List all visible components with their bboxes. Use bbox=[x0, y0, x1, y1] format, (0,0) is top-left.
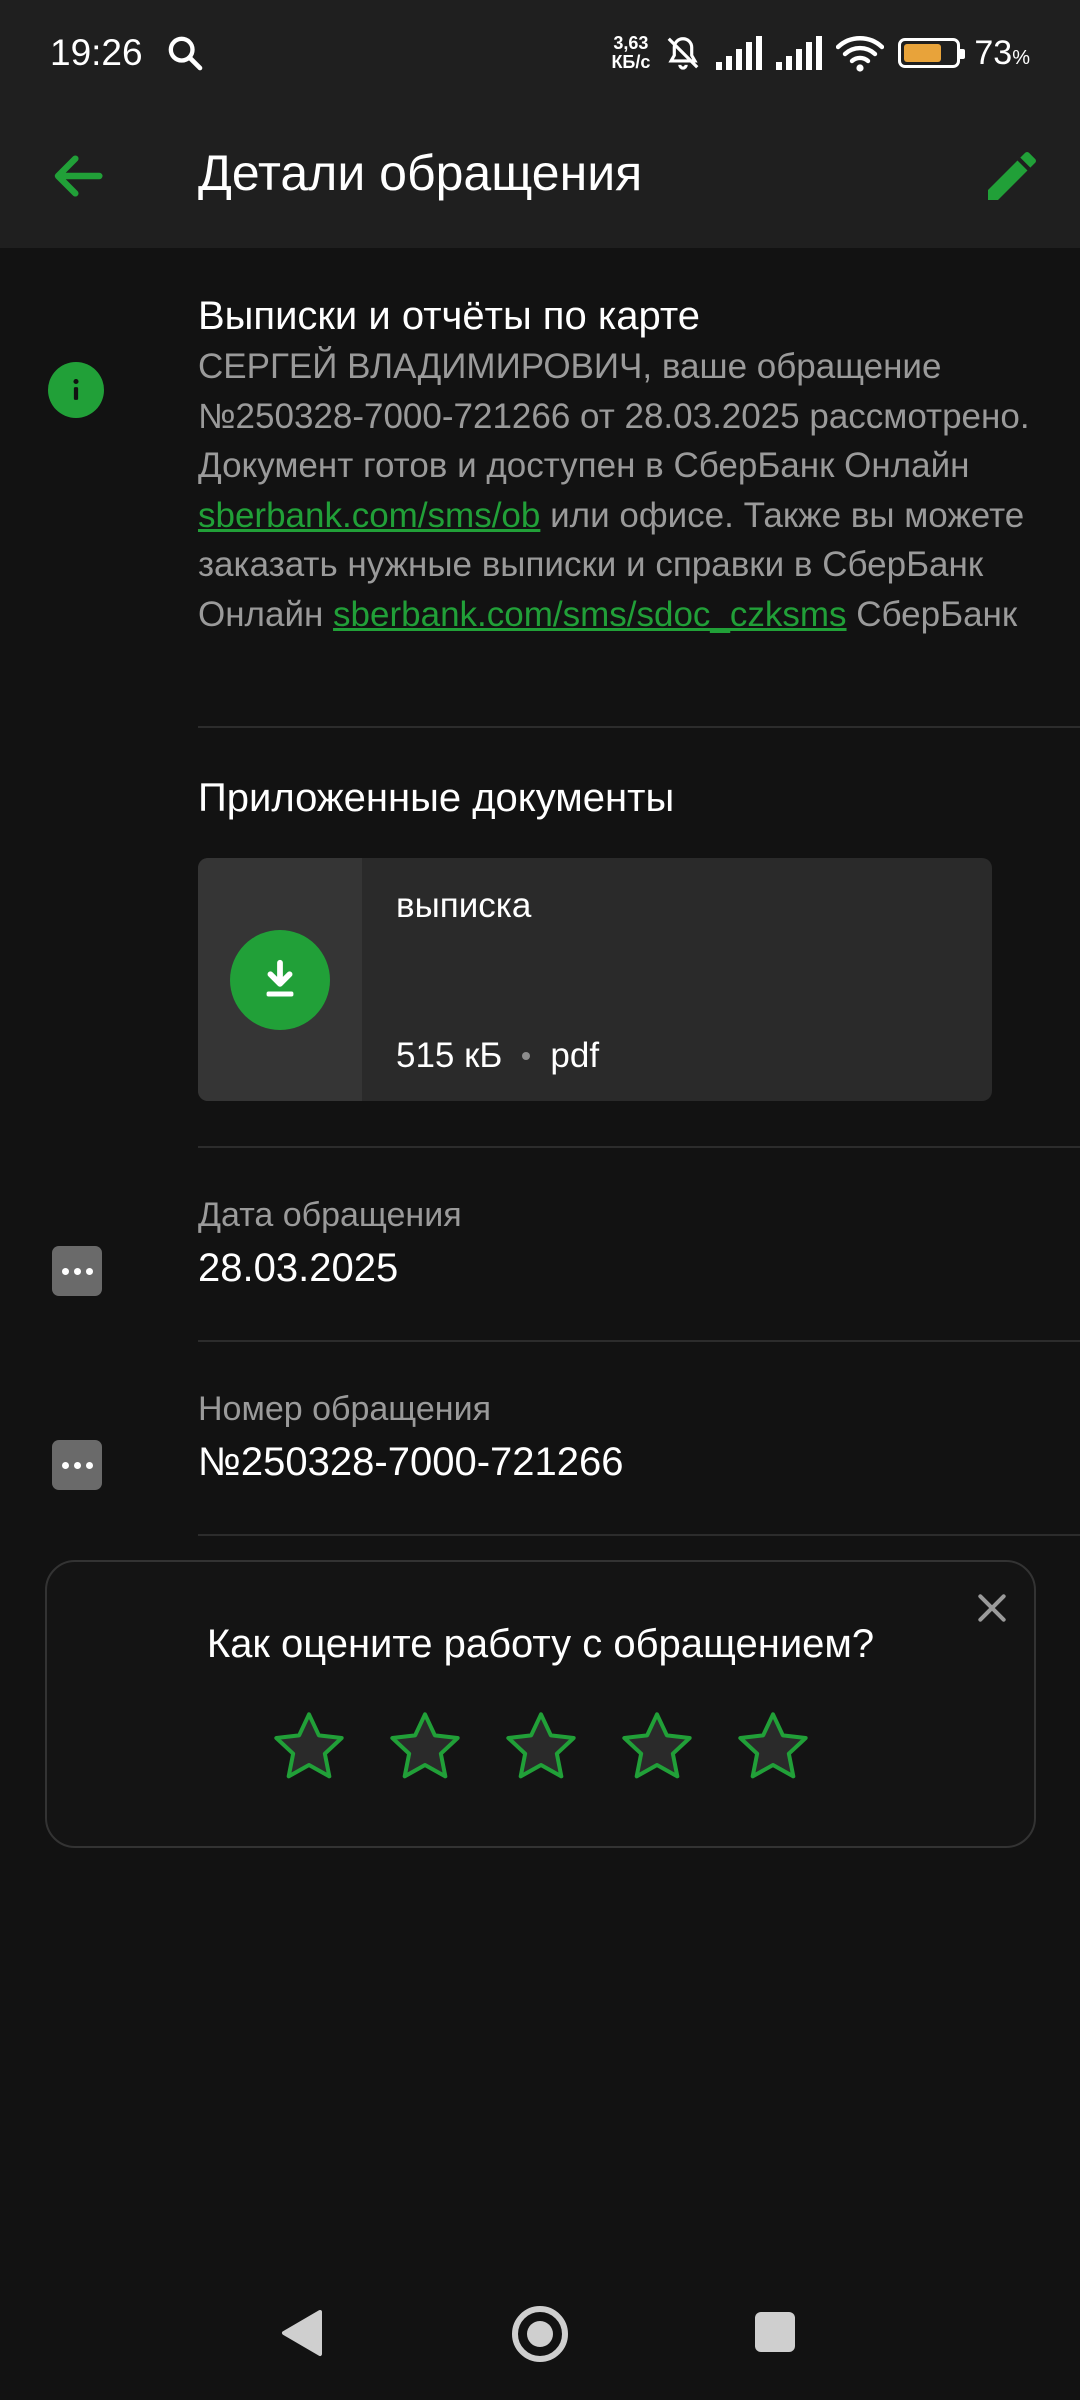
signal-icon bbox=[776, 36, 823, 70]
nav-home-icon[interactable] bbox=[510, 2304, 570, 2364]
attachment-card[interactable]: выписка 515 кБ pdf bbox=[198, 858, 992, 1101]
search-icon bbox=[168, 36, 202, 71]
net-speed: 3,63 КБ/с bbox=[611, 34, 650, 72]
divider bbox=[198, 1340, 1080, 1342]
attachment-size: 515 кБ bbox=[396, 1036, 503, 1075]
star-icon[interactable] bbox=[501, 1707, 581, 1787]
arrow-left-icon[interactable] bbox=[46, 144, 110, 208]
divider bbox=[198, 1146, 1080, 1148]
nav-recent-icon[interactable] bbox=[755, 2312, 795, 2352]
field-label-number: Номер обращения bbox=[198, 1390, 491, 1428]
message-body: СЕРГЕЙ ВЛАДИМИРОВИЧ, ваше обращение №250… bbox=[198, 342, 1038, 639]
attachments-title: Приложенные документы bbox=[198, 776, 675, 820]
battery-level bbox=[904, 44, 941, 62]
star-icon[interactable] bbox=[617, 1707, 697, 1787]
battery-percent-value: 73 bbox=[974, 33, 1013, 72]
wifi-icon bbox=[836, 36, 885, 72]
separator-dot bbox=[522, 1052, 531, 1060]
pencil-icon[interactable] bbox=[980, 144, 1044, 208]
app-bar: Детали обращения bbox=[0, 106, 1080, 248]
attachment-download-area[interactable] bbox=[198, 858, 362, 1101]
field-value-date: 28.03.2025 bbox=[198, 1246, 399, 1290]
more-icon bbox=[52, 1440, 102, 1490]
nav-back-icon[interactable] bbox=[280, 2308, 324, 2358]
attachment-type: pdf bbox=[550, 1036, 600, 1075]
link-sms-ob[interactable]: sberbank.com/sms/ob bbox=[198, 496, 540, 535]
message-title: Выписки и отчёты по карте bbox=[198, 294, 700, 338]
star-icon[interactable] bbox=[733, 1707, 813, 1787]
field-label-date: Дата обращения bbox=[198, 1196, 462, 1234]
rating-card: Как оцените работу с обращением? bbox=[45, 1560, 1036, 1848]
close-icon[interactable] bbox=[972, 1588, 1012, 1628]
navigation-bar bbox=[0, 2268, 1080, 2400]
message-text: СЕРГЕЙ ВЛАДИМИРОВИЧ, ваше обращение №250… bbox=[198, 347, 1030, 485]
rating-stars bbox=[47, 1707, 1034, 1787]
battery-icon bbox=[898, 38, 966, 68]
link-sms-sdoc[interactable]: sberbank.com/sms/sdoc_czksms bbox=[333, 595, 846, 634]
message-text: СберБанк bbox=[846, 594, 1018, 634]
divider bbox=[198, 726, 1080, 728]
bell-off-icon bbox=[668, 37, 699, 70]
download-icon[interactable] bbox=[230, 929, 330, 1030]
net-speed-value: 3,63 bbox=[613, 33, 649, 53]
star-icon[interactable] bbox=[269, 1707, 349, 1787]
attachment-name: выписка bbox=[396, 886, 532, 925]
more-icon bbox=[52, 1246, 102, 1296]
status-time: 19:26 bbox=[50, 32, 143, 73]
status-indicators: 3,63 КБ/с 73% bbox=[611, 33, 1030, 73]
battery-percent-sign: % bbox=[1012, 46, 1030, 69]
info-icon bbox=[48, 362, 104, 418]
net-speed-unit: КБ/с bbox=[611, 52, 651, 72]
attachment-meta: 515 кБ pdf bbox=[396, 1036, 599, 1076]
field-value-number: №250328-7000-721266 bbox=[198, 1440, 624, 1484]
page-title: Детали обращения bbox=[198, 145, 643, 201]
status-bar: 19:26 3,63 КБ/с 73% bbox=[0, 0, 1080, 106]
divider bbox=[198, 1534, 1080, 1536]
battery-percent: 73% bbox=[974, 34, 1030, 73]
rating-question: Как оцените работу с обращением? bbox=[206, 1622, 875, 1666]
star-icon[interactable] bbox=[385, 1707, 465, 1787]
signal-icon bbox=[716, 36, 763, 70]
